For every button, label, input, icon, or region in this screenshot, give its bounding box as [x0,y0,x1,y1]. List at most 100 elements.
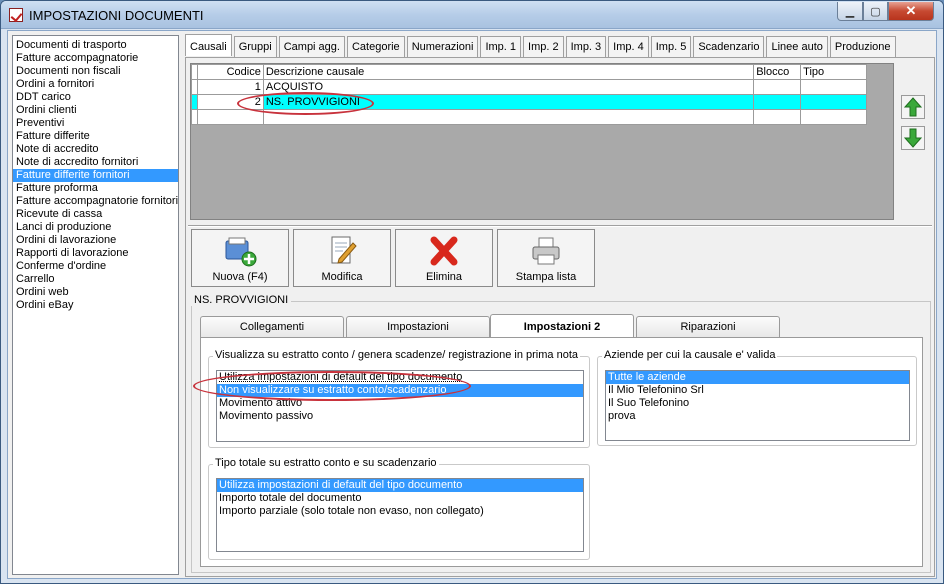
subtab-collegamenti[interactable]: Collegamenti [200,316,344,337]
document-type-item[interactable]: Fatture differite fornitori [13,169,178,182]
tab-campi-agg[interactable]: Campi agg. [278,36,345,57]
cell-blocco[interactable] [753,109,802,125]
delete-x-icon [427,235,461,267]
tab-numerazioni[interactable]: Numerazioni [406,36,479,57]
document-type-list[interactable]: Documenti di trasporto Fatture accompagna… [12,35,179,575]
document-type-item[interactable]: Ordini clienti [13,104,178,117]
move-up-button[interactable] [901,95,925,119]
document-type-item[interactable]: Preventivi [13,117,178,130]
cell-tipo[interactable] [800,109,867,125]
cell-tipo[interactable] [800,94,867,110]
document-type-item[interactable]: Ordini a fornitori [13,78,178,91]
print-list-button[interactable]: Stampa lista [497,229,595,287]
document-type-item[interactable]: Ordini web [13,286,178,299]
document-type-item[interactable]: Ordini eBay [13,299,178,312]
move-down-button[interactable] [901,126,925,150]
tab-imp-4[interactable]: Imp. 4 [608,36,649,57]
tab-gruppi[interactable]: Gruppi [233,36,277,57]
document-type-item[interactable]: Fatture accompagnatorie [13,52,178,65]
aziende-list[interactable]: Tutte le aziende Il Mio Telefonino Srl Il … [605,370,910,441]
list-item[interactable]: Importo totale del documento [217,492,583,505]
list-item[interactable]: Movimento attivo [217,397,583,410]
minimize-button[interactable]: ▁ [837,2,863,21]
window-title: IMPOSTAZIONI DOCUMENTI [29,8,204,23]
table-row[interactable]: 2 NS. PROVVIGIONI [191,94,867,110]
document-type-item[interactable]: Conferme d'ordine [13,260,178,273]
cell-desc[interactable]: NS. PROVVIGIONI [262,94,755,110]
document-type-item[interactable]: Lanci di produzione [13,221,178,234]
tab-produzione[interactable]: Produzione [829,36,896,57]
impostazioni2-panel: Visualizza su estratto conto / genera sc… [200,337,923,567]
document-type-item[interactable]: Note di accredito [13,143,178,156]
document-type-item[interactable]: Carrello [13,273,178,286]
document-type-item[interactable]: Fatture accompagnatorie fornitori [13,195,178,208]
subtab-impostazioni-2[interactable]: Impostazioni 2 [490,314,634,338]
printer-icon [529,235,563,267]
close-button[interactable]: ✕ [888,2,934,21]
cell-blocco[interactable] [753,94,802,110]
list-item[interactable]: prova [606,410,909,423]
list-item[interactable]: Non visualizzare su estratto conto/scade… [217,384,583,397]
cell-blocco[interactable] [753,79,802,95]
aziende-group-title: Aziende per cui la causale e' valida [602,349,778,361]
document-type-item[interactable]: Documenti non fiscali [13,65,178,78]
document-type-item[interactable]: Fatture differite [13,130,178,143]
cell-desc[interactable] [262,109,755,125]
document-type-item[interactable]: Ordini di lavorazione [13,234,178,247]
tab-scadenzario[interactable]: Scadenzario [693,36,765,57]
table-row[interactable]: 1 ACQUISTO [191,79,867,95]
tab-categorie[interactable]: Categorie [346,36,405,57]
title-bar[interactable]: IMPOSTAZIONI DOCUMENTI ▁ ▢ ✕ [1,1,943,29]
document-type-item[interactable]: Fatture proforma [13,182,178,195]
document-type-item[interactable]: Rapporti di lavorazione [13,247,178,260]
column-header[interactable]: Codice [196,64,264,80]
tab-imp-3[interactable]: Imp. 3 [565,36,607,57]
tab-causali[interactable]: Causali [185,34,232,56]
new-button-label: Nuova (F4) [212,271,268,283]
tipo-totale-list[interactable]: Utilizza impostazioni di default del tip… [216,478,584,552]
delete-button[interactable]: Elimina [395,229,493,287]
tab-imp-5[interactable]: Imp. 5 [650,36,692,57]
document-type-item[interactable]: DDT carico [13,91,178,104]
cell-code[interactable] [196,109,264,125]
list-item[interactable]: Il Mio Telefonino Srl [606,384,909,397]
document-type-item[interactable]: Ricevute di cassa [13,208,178,221]
app-icon [9,8,23,22]
arrow-up-icon [904,97,922,117]
causali-panel: Codice Descrizione causale Blocco Tipo 1 ACQ… [185,57,935,577]
edit-button[interactable]: Modifica [293,229,391,287]
delete-button-label: Elimina [425,271,463,283]
list-item[interactable]: Utilizza impostazioni di default del tip… [217,371,583,384]
causali-grid: Codice Descrizione causale Blocco Tipo 1 ACQ… [191,64,867,125]
tab-imp-1[interactable]: Imp. 1 [480,36,522,57]
maximize-button[interactable]: ▢ [863,2,888,21]
document-type-item[interactable]: Documenti di trasporto [13,39,178,52]
list-item[interactable]: Tutte le aziende [606,371,909,384]
print-list-button-label: Stampa lista [515,271,577,283]
tipo-totale-group-title: Tipo totale su estratto conto e su scade… [213,457,439,469]
cell-desc[interactable]: ACQUISTO [262,79,755,95]
table-row[interactable] [191,109,867,125]
list-item[interactable]: Il Suo Telefonino [606,397,909,410]
settings-window: IMPOSTAZIONI DOCUMENTI ▁ ▢ ✕ Documenti d… [0,0,944,584]
list-item[interactable]: Movimento passivo [217,410,583,423]
new-button[interactable]: Nuova (F4) [191,229,289,287]
subtab-riparazioni[interactable]: Riparazioni [636,316,780,337]
column-header[interactable]: Tipo [800,64,867,80]
minimize-icon: ▁ [845,5,855,18]
cell-code[interactable]: 2 [196,94,264,110]
causale-settings-title: NS. PROVVIGIONI [191,294,292,306]
tab-imp-2[interactable]: Imp. 2 [523,36,564,57]
new-document-icon [223,235,257,267]
subtab-impostazioni[interactable]: Impostazioni [346,316,490,337]
edit-document-icon [325,235,359,267]
column-header[interactable]: Blocco [753,64,802,80]
cell-code[interactable]: 1 [196,79,264,95]
cell-tipo[interactable] [800,79,867,95]
tab-linee-auto[interactable]: Linee auto [766,36,828,57]
visualizza-list[interactable]: Utilizza impostazioni di default del tip… [216,370,584,442]
list-item[interactable]: Utilizza impostazioni di default del tip… [217,479,583,492]
document-type-item[interactable]: Note di accredito fornitori [13,156,178,169]
list-item[interactable]: Importo parziale (solo totale non evaso,… [217,505,583,518]
column-header[interactable]: Descrizione causale [262,64,755,80]
